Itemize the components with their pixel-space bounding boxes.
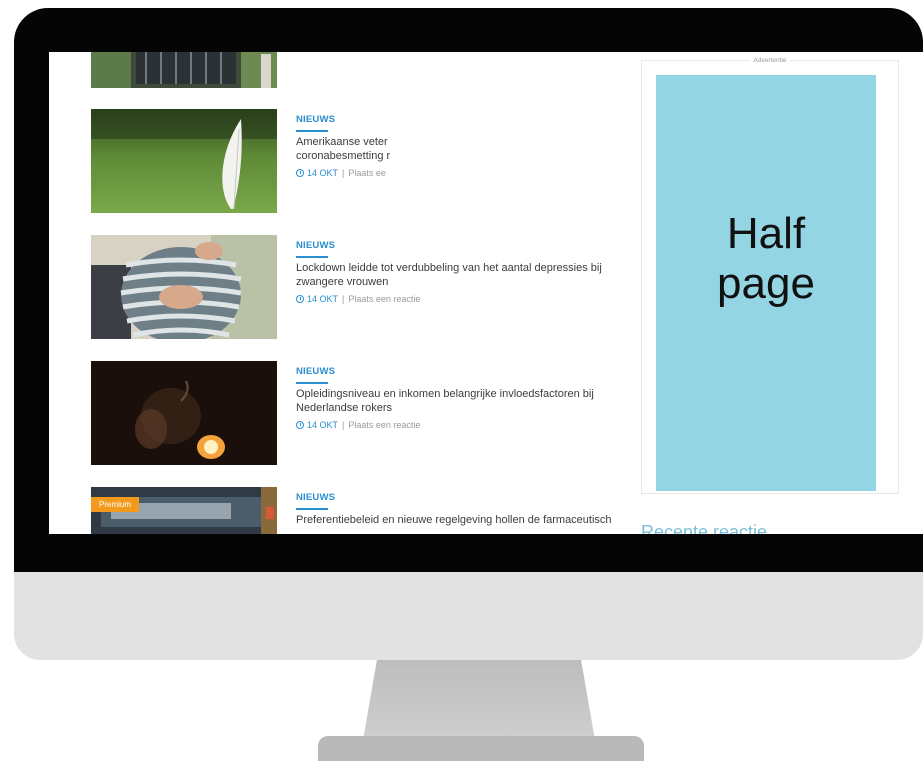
article-meta: NIEUWS Amerikaanse veter coronabesmettin… — [296, 109, 636, 178]
reaction-link[interactable]: Plaats een reactie — [348, 420, 420, 430]
article-category[interactable]: NIEUWS — [296, 366, 335, 377]
separator: | — [342, 168, 345, 178]
reaction-link[interactable]: Plaats ee — [348, 168, 386, 178]
article-item[interactable]: NIEUWS Lockdown leidde tot verdubbeling … — [91, 235, 631, 341]
clock-icon — [296, 169, 304, 177]
category-underline — [296, 508, 328, 510]
recent-comments-heading: Recente reactie — [641, 522, 768, 534]
article-meta: NIEUWS Preferentiebeleid en nieuwe regel… — [296, 487, 636, 528]
monitor-stand-base — [318, 736, 644, 761]
reaction-link[interactable]: Plaats een reactie — [348, 294, 420, 304]
premium-badge: Premium — [91, 497, 140, 512]
article-info: 14 OKT | Plaats ee — [296, 168, 636, 178]
article-thumbnail[interactable] — [91, 235, 277, 339]
article-info: 14 OKT | Plaats een reactie — [296, 420, 636, 430]
separator: | — [342, 294, 345, 304]
separator: | — [342, 420, 345, 430]
ad-text: Half page — [717, 209, 815, 308]
article-category[interactable]: NIEUWS — [296, 492, 335, 503]
article-date: 14 OKT — [307, 168, 339, 178]
article-item[interactable]: NIEUWS Opleidingsniveau en inkomen belan… — [91, 361, 631, 467]
monitor-chin — [14, 572, 923, 660]
article-category[interactable]: NIEUWS — [296, 114, 335, 125]
article-info: 14 OKT | Plaats een reactie — [296, 294, 636, 304]
article-category[interactable]: NIEUWS — [296, 240, 335, 251]
article-thumbnail[interactable]: Premium — [91, 487, 277, 534]
clock-icon — [296, 295, 304, 303]
clock-icon — [296, 421, 304, 429]
article-item[interactable]: Premium NIEUWS Preferentiebeleid en nieu… — [91, 487, 631, 534]
half-page-ad[interactable]: Half page — [656, 75, 876, 491]
article-title[interactable]: Lockdown leidde tot verdubbeling van het… — [296, 262, 636, 289]
browser-screen: NIEUWS Amerikaanse veter coronabesmettin… — [49, 52, 923, 534]
article-date: 14 OKT — [307, 420, 339, 430]
advertisement-box: Advertentie Half page — [641, 57, 899, 494]
article-title[interactable]: Opleidingsniveau en inkomen belangrijke … — [296, 388, 636, 415]
article-thumbnail[interactable] — [91, 52, 277, 88]
category-underline — [296, 130, 328, 132]
article-title[interactable]: Preferentiebeleid en nieuwe regelgeving … — [296, 514, 636, 528]
article-meta: NIEUWS Opleidingsniveau en inkomen belan… — [296, 361, 636, 430]
monitor-stand-neck — [363, 660, 595, 740]
category-underline — [296, 382, 328, 384]
article-item[interactable]: NIEUWS Amerikaanse veter coronabesmettin… — [91, 109, 631, 215]
article-date: 14 OKT — [307, 294, 339, 304]
article-title[interactable]: Amerikaanse veter coronabesmetting r — [296, 136, 636, 163]
ad-label: Advertentie — [642, 57, 898, 64]
article-thumbnail[interactable] — [91, 361, 277, 465]
category-underline — [296, 256, 328, 258]
article-meta: NIEUWS Lockdown leidde tot verdubbeling … — [296, 235, 636, 304]
article-thumbnail[interactable] — [91, 109, 277, 213]
